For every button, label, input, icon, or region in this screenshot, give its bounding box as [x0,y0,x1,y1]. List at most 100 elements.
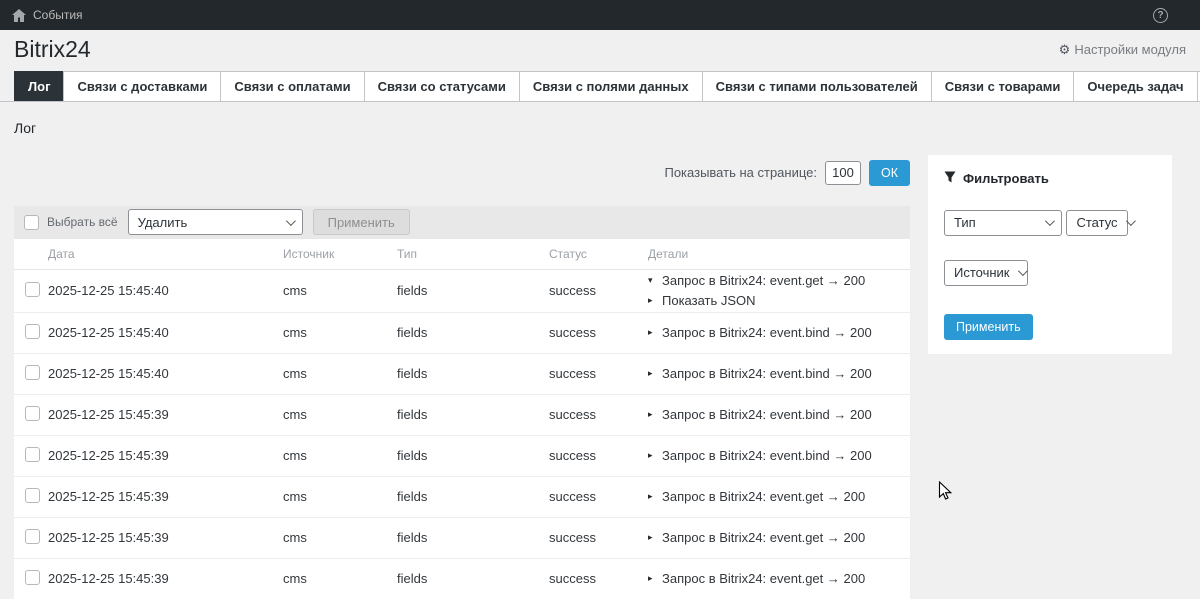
column-header-date: Дата [48,247,283,261]
breadcrumb[interactable]: События [33,8,83,22]
filter-source-value: Источник [954,265,1010,280]
row-checkbox[interactable] [25,529,40,544]
home-icon[interactable] [12,9,26,22]
row-checkbox[interactable] [25,324,40,339]
details-toggle[interactable]: ▾Запрос в Bitrix24: event.get → 200 [648,271,910,290]
gear-icon: ⚙ [1059,42,1071,58]
details-toggle[interactable]: ▸Запрос в Bitrix24: event.get → 200 [648,487,910,506]
bulk-apply-button[interactable]: Применить [313,209,410,235]
details-toggle[interactable]: ▸Запрос в Bitrix24: event.get → 200 [648,569,910,588]
row-checkbox[interactable] [25,282,40,297]
module-settings-link[interactable]: ⚙ Настройки модуля [1059,42,1186,58]
per-page-ok-button[interactable]: ОК [869,160,910,186]
chevron-down-icon [1126,216,1136,226]
row-source: cms [283,448,397,463]
row-checkbox[interactable] [25,447,40,462]
row-date: 2025-12-25 15:45:40 [48,283,283,298]
table-row: 2025-12-25 15:45:39cmsfieldssuccess▸Запр… [14,395,910,436]
table-row: 2025-12-25 15:45:39cmsfieldssuccess▸Запр… [14,436,910,477]
row-type: fields [397,530,549,545]
row-checkbox[interactable] [25,406,40,421]
details-toggle[interactable]: ▸Запрос в Bitrix24: event.bind → 200 [648,446,910,465]
table-row: 2025-12-25 15:45:40cmsfieldssuccess▾Запр… [14,270,910,313]
table-row: 2025-12-25 15:45:40cmsfieldssuccess▸Запр… [14,313,910,354]
triangle-right-icon: ▸ [648,405,656,424]
show-json-toggle[interactable]: ▸Показать JSON [648,291,910,310]
chevron-down-icon [286,216,296,226]
column-header-status: Статус [549,247,648,261]
triangle-right-icon: ▸ [648,528,656,547]
row-source: cms [283,571,397,586]
per-page-input[interactable] [825,161,861,185]
bulk-toolbar: Выбрать всё Удалить Применить [14,206,910,239]
row-status: success [549,283,648,298]
filter-funnel-icon [944,171,956,186]
row-status: success [549,366,648,381]
details-toggle[interactable]: ▸Запрос в Bitrix24: event.bind → 200 [648,323,910,342]
table-row: 2025-12-25 15:45:40cmsfieldssuccess▸Запр… [14,354,910,395]
row-checkbox[interactable] [25,488,40,503]
row-source: cms [283,366,397,381]
row-status: success [549,325,648,340]
tab-log[interactable]: Лог [14,71,64,101]
tab-payments[interactable]: Связи с оплатами [220,71,364,101]
help-icon[interactable]: ? [1153,8,1168,23]
triangle-right-icon: ▸ [648,446,656,465]
select-all-label: Выбрать всё [47,215,118,229]
filter-source-select[interactable]: Источник [944,260,1028,286]
filter-status-value: Статус [1076,215,1117,230]
row-date: 2025-12-25 15:45:40 [48,325,283,340]
row-status: success [549,530,648,545]
tab-products[interactable]: Связи с товарами [931,71,1075,101]
details-toggle[interactable]: ▸Запрос в Bitrix24: event.bind → 200 [648,405,910,424]
section-title: Лог [14,120,1186,136]
per-page-label: Показывать на странице: [664,165,817,180]
filter-panel: Фильтровать Тип Статус Источник Применит… [928,155,1172,354]
row-type: fields [397,489,549,504]
filter-status-select[interactable]: Статус [1066,210,1128,236]
row-status: success [549,489,648,504]
row-source: cms [283,325,397,340]
triangle-down-icon: ▾ [648,271,656,290]
tab-mass-sync[interactable]: Массовая синхронизация [1197,71,1200,101]
chevron-down-icon [1045,216,1055,226]
select-all-checkbox[interactable] [24,215,39,230]
row-type: fields [397,407,549,422]
chevron-down-icon [1017,266,1027,276]
filter-type-value: Тип [954,215,976,230]
row-source: cms [283,407,397,422]
tab-statuses[interactable]: Связи со статусами [364,71,520,101]
details-toggle[interactable]: ▸Запрос в Bitrix24: event.get → 200 [648,528,910,547]
row-date: 2025-12-25 15:45:39 [48,448,283,463]
module-settings-label: Настройки модуля [1074,42,1186,57]
row-date: 2025-12-25 15:45:39 [48,489,283,504]
tab-bar: ЛогСвязи с доставкамиСвязи с оплатамиСвя… [0,71,1200,102]
tab-data-fields[interactable]: Связи с полями данных [519,71,703,101]
bulk-action-select[interactable]: Удалить [128,209,303,235]
triangle-right-icon: ▸ [648,291,656,310]
triangle-right-icon: ▸ [648,487,656,506]
row-checkbox[interactable] [25,570,40,585]
tab-deliveries[interactable]: Связи с доставками [63,71,221,101]
row-checkbox[interactable] [25,365,40,380]
page-title: Bitrix24 [14,36,91,64]
admin-bar: События ? [0,0,1200,30]
table-row: 2025-12-25 15:45:39cmsfieldssuccess▸Запр… [14,518,910,559]
row-date: 2025-12-25 15:45:39 [48,530,283,545]
row-source: cms [283,530,397,545]
details-toggle[interactable]: ▸Запрос в Bitrix24: event.bind → 200 [648,364,910,383]
filter-apply-button[interactable]: Применить [944,314,1033,340]
filter-title: Фильтровать [963,171,1049,186]
table-header-row: Дата Источник Тип Статус Детали [14,239,910,270]
tab-task-queue[interactable]: Очередь задач [1073,71,1197,101]
row-status: success [549,448,648,463]
row-source: cms [283,283,397,298]
bulk-action-value: Удалить [138,215,188,230]
log-table-body: 2025-12-25 15:45:40cmsfieldssuccess▾Запр… [14,270,910,599]
tab-user-types[interactable]: Связи с типами пользователей [702,71,932,101]
row-date: 2025-12-25 15:45:40 [48,366,283,381]
filter-type-select[interactable]: Тип [944,210,1062,236]
row-date: 2025-12-25 15:45:39 [48,407,283,422]
row-status: success [549,407,648,422]
table-row: 2025-12-25 15:45:39cmsfieldssuccess▸Запр… [14,477,910,518]
